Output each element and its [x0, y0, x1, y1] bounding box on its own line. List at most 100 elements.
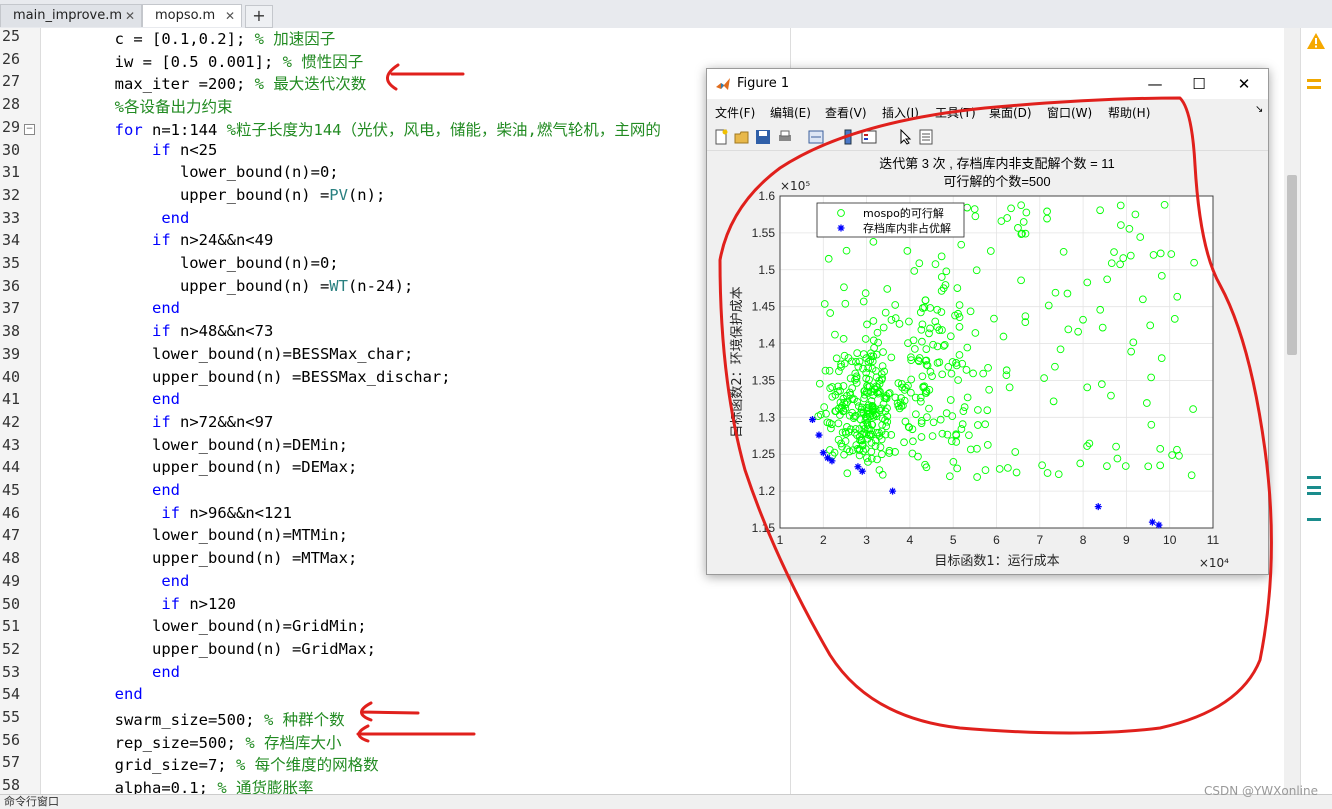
- code-line[interactable]: end: [40, 572, 189, 590]
- code-line[interactable]: iw = [0.5 0.001]; % 惯性因子: [40, 50, 364, 72]
- code-line[interactable]: lower_bound(n)=0;: [40, 163, 339, 181]
- code-line[interactable]: end: [40, 481, 180, 499]
- code-line[interactable]: end: [40, 390, 180, 408]
- minimize-button[interactable]: —: [1140, 73, 1170, 95]
- y-tick-label: 1.4: [758, 337, 775, 351]
- code-line[interactable]: if n>48&&n<73: [40, 322, 273, 340]
- figure-title-bar[interactable]: Figure 1 — ☐ ✕: [707, 69, 1268, 99]
- link-plot-icon[interactable]: [808, 129, 824, 145]
- code-line[interactable]: upper_bound(n) =MTMax;: [40, 549, 357, 567]
- print-icon[interactable]: [777, 129, 793, 145]
- menu-file[interactable]: 文件(F): [715, 104, 755, 121]
- code-line[interactable]: upper_bound(n) =BESSMax_dischar;: [40, 368, 451, 386]
- menu-help[interactable]: 帮助(H): [1108, 104, 1150, 121]
- fold-toggle-icon[interactable]: −: [24, 123, 35, 135]
- code-token: end: [151, 390, 180, 409]
- y-tick-label: 1.25: [752, 447, 776, 461]
- menu-edit[interactable]: 编辑(E): [770, 104, 811, 121]
- property-editor-icon[interactable]: [918, 129, 934, 145]
- code-token: n>72&&n<97: [170, 412, 274, 431]
- code-line[interactable]: if n<25: [40, 141, 217, 159]
- code-line[interactable]: if n>120: [40, 595, 236, 613]
- add-tab-button[interactable]: +: [245, 5, 273, 28]
- open-file-icon[interactable]: [734, 129, 750, 145]
- scatter-chart[interactable]: 1 2 3 4 5 6 7 8 9 10 11 1.15 1.2 1.25 1.3 1.35 1.4 1.45 1.…: [707, 151, 1268, 574]
- code-line[interactable]: lower_bound(n)=0;: [40, 254, 339, 272]
- code-token: if: [161, 503, 180, 522]
- code-line[interactable]: if n>96&&n<121: [40, 504, 292, 522]
- code-line[interactable]: %各设备出力约束: [40, 95, 233, 117]
- pointer-icon[interactable]: [897, 129, 913, 145]
- figure-window[interactable]: Figure 1 — ☐ ✕ 文件(F) 编辑(E) 查看(V) 插入(I) 工…: [706, 68, 1269, 575]
- code-token: lower_bound(n)=MTMin;: [40, 526, 348, 545]
- save-icon[interactable]: [755, 129, 771, 145]
- tab-main-improve[interactable]: main_improve.m ✕: [0, 4, 142, 27]
- code-line[interactable]: grid_size=7; % 每个维度的网格数: [40, 753, 379, 775]
- code-line[interactable]: if n>24&&n<49: [40, 231, 273, 249]
- close-icon[interactable]: ✕: [125, 5, 135, 27]
- code-line[interactable]: c = [0.1,0.2]; % 加速因子: [40, 27, 336, 49]
- code-token: if: [151, 412, 171, 431]
- line-number-gutter: 25 26 27 28 29−30 31 32 33 34 35 36 37 38 39 40 41 42 43 4…: [0, 27, 41, 794]
- code-token: if: [161, 594, 180, 613]
- code-token: swarm_size=500;: [40, 711, 264, 729]
- code-line[interactable]: end: [40, 663, 180, 681]
- legend-marker-nondominated: [837, 224, 845, 232]
- menu-view[interactable]: 查看(V): [825, 104, 867, 121]
- marker[interactable]: [1307, 492, 1321, 495]
- menu-desktop[interactable]: 桌面(D): [989, 104, 1032, 121]
- close-icon[interactable]: ✕: [225, 5, 235, 27]
- scrollbar-thumb[interactable]: [1287, 175, 1297, 355]
- line-number: 52: [1, 639, 20, 658]
- code-token: % 加速因子: [254, 30, 336, 48]
- code-line[interactable]: upper_bound(n) =GridMax;: [40, 640, 376, 658]
- code-line[interactable]: lower_bound(n)=BESSMax_char;: [40, 345, 413, 363]
- line-number: 49: [1, 571, 20, 590]
- code-line[interactable]: upper_bound(n) =DEMax;: [40, 458, 357, 476]
- code-line[interactable]: max_iter =200; % 最大迭代次数: [40, 72, 367, 94]
- marker[interactable]: [1307, 518, 1321, 521]
- code-token: (n-24);: [347, 276, 414, 295]
- y-tick-label: 1.35: [752, 373, 776, 387]
- code-line[interactable]: for n=1:144 %粒子长度为144（光伏，风电，储能，柴油,燃气轮机，主…: [40, 118, 661, 140]
- code-line[interactable]: lower_bound(n)=DEMin;: [40, 436, 348, 454]
- y-axis-label: 目标函数2：环境保护成本: [730, 286, 745, 437]
- code-line[interactable]: lower_bound(n)=MTMin;: [40, 526, 348, 544]
- code-token: upper_bound(n) =GridMax;: [40, 639, 376, 658]
- new-figure-icon[interactable]: [713, 129, 729, 145]
- colorbar-icon[interactable]: [840, 129, 856, 145]
- code-line[interactable]: lower_bound(n)=GridMin;: [40, 617, 367, 635]
- code-line[interactable]: swarm_size=500; % 种群个数: [40, 708, 345, 730]
- vertical-scrollbar[interactable]: [1284, 28, 1300, 794]
- code-line[interactable]: if n>72&&n<97: [40, 413, 273, 431]
- warning-marker[interactable]: [1307, 86, 1321, 89]
- dock-arrow-icon[interactable]: ↘: [1255, 104, 1263, 115]
- marker[interactable]: [1307, 486, 1321, 489]
- code-line[interactable]: upper_bound(n) =PV(n);: [40, 186, 385, 204]
- y-tick-label: 1.55: [752, 226, 776, 240]
- maximize-button[interactable]: ☐: [1184, 73, 1214, 95]
- line-number: 29: [1, 117, 20, 136]
- close-button[interactable]: ✕: [1229, 73, 1259, 95]
- menu-window[interactable]: 窗口(W): [1047, 104, 1092, 121]
- code-line[interactable]: end: [40, 299, 180, 317]
- warning-marker[interactable]: [1307, 79, 1321, 82]
- legend-icon[interactable]: [861, 129, 877, 145]
- plot-area[interactable]: 1 2 3 4 5 6 7 8 9 10 11 1.15 1.2 1.25 1.3 1.35 1.4 1.45 1.…: [707, 151, 1268, 574]
- menu-insert[interactable]: 插入(I): [882, 104, 919, 121]
- line-number: 32: [1, 185, 20, 204]
- code-line[interactable]: upper_bound(n) =WT(n-24);: [40, 277, 413, 295]
- marker[interactable]: [1307, 476, 1321, 479]
- legend-label: 存档库内非占优解: [863, 221, 951, 235]
- line-number: 50: [1, 594, 20, 613]
- menu-tools[interactable]: 工具(T): [935, 104, 976, 121]
- line-number: 38: [1, 322, 20, 341]
- code-line[interactable]: rep_size=500; % 存档库大小: [40, 731, 342, 753]
- tab-mopso[interactable]: mopso.m ✕: [142, 4, 242, 27]
- code-token: % 最大迭代次数: [254, 75, 367, 94]
- code-line[interactable]: end: [40, 209, 189, 227]
- code-line[interactable]: end: [40, 685, 143, 703]
- warning-icon[interactable]: [1306, 32, 1326, 50]
- y-tick-label: 1.6: [758, 189, 775, 203]
